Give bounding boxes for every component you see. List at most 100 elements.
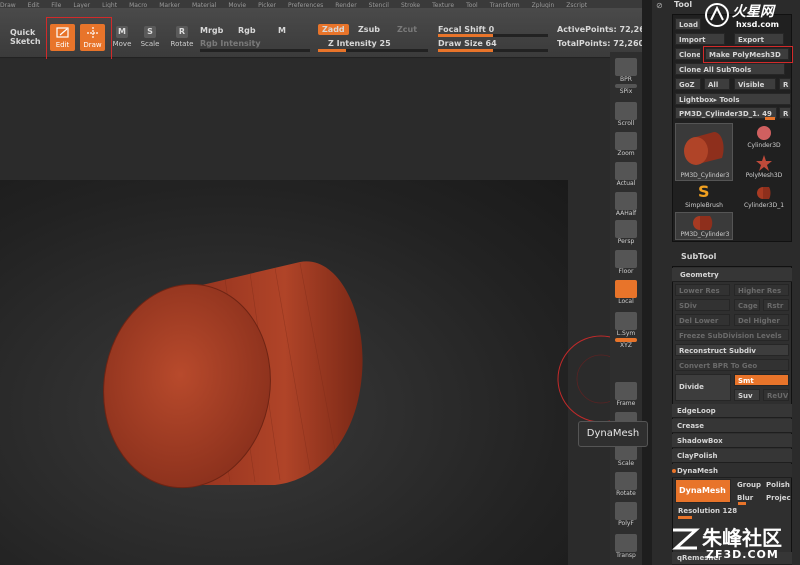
m-button[interactable]: M: [278, 26, 286, 35]
shelf-polyf-button[interactable]: PolyF: [612, 502, 640, 527]
dynamesh-button[interactable]: DynaMesh: [675, 479, 731, 503]
dynamesh-subpalette-header[interactable]: DynaMesh: [672, 464, 792, 478]
shelf-transp-button[interactable]: Transp: [612, 534, 640, 559]
simplebrush-thumb-icon[interactable]: S: [695, 182, 713, 200]
cylinder3d-thumb-icon[interactable]: [755, 124, 773, 142]
cylinder-mesh[interactable]: [0, 180, 568, 565]
shelf-frame-button[interactable]: Frame: [612, 382, 640, 407]
cylinder3d-1-thumb-icon[interactable]: [755, 184, 773, 200]
all-button[interactable]: All: [704, 78, 730, 90]
suv-toggle[interactable]: Suv: [734, 389, 760, 401]
zcut-button[interactable]: Zcut: [397, 25, 417, 34]
mrgb-button[interactable]: Mrgb: [200, 26, 223, 35]
shelf-rotate-button[interactable]: Rotate: [612, 472, 640, 497]
shelf-xyz-button[interactable]: XYZ: [612, 338, 640, 349]
crease-subpalette[interactable]: Crease: [672, 419, 792, 433]
lightbox-tools-button[interactable]: Lightbox▸ Tools: [675, 93, 791, 105]
sdiv-slider[interactable]: SDiv: [675, 299, 730, 311]
visible-button[interactable]: Visible: [734, 78, 776, 90]
group-toggle[interactable]: Group: [734, 479, 762, 491]
shelf-zoom-button[interactable]: Zoom: [612, 132, 640, 157]
bpr-icon: [615, 58, 637, 76]
higher-res-button[interactable]: Higher Res: [734, 284, 789, 296]
subtool-header[interactable]: SubTool: [681, 252, 716, 261]
shelf-scroll-label: Scroll: [617, 120, 635, 127]
scale-button[interactable]: S Scale: [140, 26, 160, 48]
shelf-lsym-label: L.Sym: [616, 330, 636, 337]
claypolish-subpalette[interactable]: ClayPolish: [672, 449, 792, 463]
shelf-persp-button[interactable]: Persp: [612, 220, 640, 245]
scale-label: Scale: [140, 40, 160, 48]
shelf-transp-label: Transp: [616, 552, 636, 559]
reuv-button[interactable]: ReUV: [763, 389, 789, 401]
rgb-intensity-track: [200, 49, 310, 52]
project-toggle[interactable]: Projec: [763, 492, 791, 504]
shelf-floor-button[interactable]: Floor: [612, 250, 640, 275]
rgb-button[interactable]: Rgb: [238, 26, 256, 35]
reconstruct-subdiv-button[interactable]: Reconstruct Subdiv: [675, 344, 789, 356]
shelf-scroll-button[interactable]: Scroll: [612, 102, 640, 127]
resolution-slider[interactable]: Resolution 128: [675, 505, 789, 517]
rotate-icon: [615, 472, 637, 490]
shelf-actual-label: Actual: [616, 180, 636, 187]
export-button[interactable]: Export: [734, 33, 784, 45]
cylinder-thumb-icon: [684, 132, 724, 165]
menu-bar: Draw Edit File Layer Light Macro Marker Materia…: [0, 0, 660, 8]
move-label: Move: [112, 40, 132, 48]
convert-bpr-button[interactable]: Convert BPR To Geo: [675, 359, 789, 371]
tool-r-button[interactable]: R: [779, 107, 791, 119]
rgb-intensity-slider[interactable]: Rgb Intensity: [200, 39, 261, 48]
goz-r-button[interactable]: R: [779, 78, 791, 90]
edit-label: Edit: [55, 41, 70, 49]
goz-button[interactable]: GoZ: [675, 78, 701, 90]
shelf-lsym-button[interactable]: L.Sym: [612, 312, 640, 337]
edgeloop-subpalette[interactable]: EdgeLoop: [672, 404, 792, 418]
make-polymesh-highlight: [703, 46, 793, 63]
shelf-spix-button[interactable]: SPix: [612, 84, 640, 95]
zadd-button[interactable]: Zadd: [318, 24, 349, 35]
rstr-button[interactable]: Rstr: [763, 299, 789, 311]
tool-title: Tool: [674, 0, 693, 9]
transp-icon: [615, 534, 637, 552]
geometry-header[interactable]: Geometry: [672, 268, 792, 282]
current-tool-slider[interactable]: PM3D_Cylinder3D_1. 49: [675, 107, 777, 119]
shelf-polyf-label: PolyF: [618, 520, 634, 527]
zsub-button[interactable]: Zsub: [358, 25, 380, 34]
rotate-button[interactable]: R Rotate: [170, 26, 194, 48]
draw-size-slider[interactable]: Draw Size 64: [438, 39, 497, 48]
clone-all-subtools-button[interactable]: Clone All SubTools: [675, 63, 785, 75]
focal-shift-slider[interactable]: Focal Shift 0: [438, 25, 494, 34]
quick-sketch-button[interactable]: Quick Sketch: [10, 28, 44, 46]
lower-res-button[interactable]: Lower Res: [675, 284, 730, 296]
lsym-icon: [615, 312, 637, 330]
move-button[interactable]: M Move: [112, 26, 132, 48]
panel-splitter[interactable]: [642, 0, 652, 565]
shelf-bpr-button[interactable]: BPR: [612, 58, 640, 83]
shelf-local-button[interactable]: Local: [612, 280, 640, 305]
thumb-pm3d-cylinder-2[interactable]: PM3D_Cylinder3: [675, 212, 733, 240]
cylinder-thumb-small-icon: [693, 216, 713, 230]
freeze-subdivision-button[interactable]: Freeze SubDivision Levels: [675, 329, 789, 341]
shadowbox-subpalette[interactable]: ShadowBox: [672, 434, 792, 448]
divide-button[interactable]: Divide: [675, 374, 731, 401]
import-button[interactable]: Import: [675, 33, 725, 45]
watermark-bottom-text: 朱峰社区: [702, 526, 782, 550]
collapse-icon[interactable]: ⊘: [656, 1, 663, 10]
load-button[interactable]: Load: [675, 18, 701, 30]
document-canvas[interactable]: [0, 180, 568, 565]
draw-icon: [86, 27, 99, 39]
del-higher-button[interactable]: Del Higher: [734, 314, 789, 326]
shelf-aahalf-button[interactable]: AAHalf: [612, 192, 640, 217]
z-intensity-slider[interactable]: Z Intensity 25: [328, 39, 391, 48]
cage-button[interactable]: Cage: [734, 299, 760, 311]
del-lower-button[interactable]: Del Lower: [675, 314, 730, 326]
smt-toggle[interactable]: Smt: [734, 374, 789, 386]
polish-toggle[interactable]: Polish: [763, 479, 791, 491]
thumb-pm3d-cylinder-main[interactable]: PM3D_Cylinder3: [675, 123, 733, 181]
draw-button[interactable]: Draw: [80, 24, 105, 51]
polymesh3d-thumb-icon[interactable]: [755, 154, 773, 172]
edit-button[interactable]: Edit: [50, 24, 75, 51]
shelf-actual-button[interactable]: Actual: [612, 162, 640, 187]
clone-button[interactable]: Clone: [675, 48, 701, 60]
thumb-label-3: SimpleBrush: [685, 202, 723, 209]
